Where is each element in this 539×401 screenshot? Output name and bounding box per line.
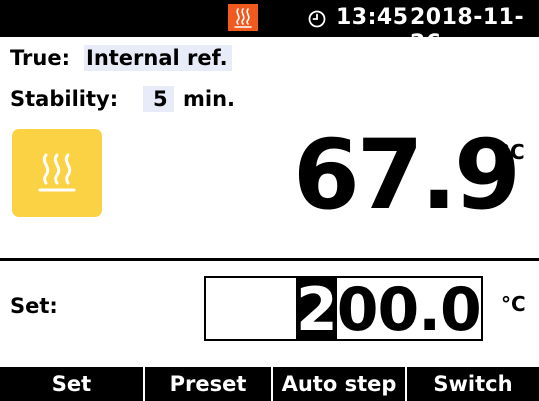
switch-softkey[interactable]: Switch <box>405 367 539 401</box>
setpoint-value[interactable]: 200.0 <box>296 276 481 341</box>
actual-temperature: 67.9 <box>293 119 521 231</box>
set-softkey[interactable]: Set <box>0 367 143 401</box>
stability-value[interactable]: 5 <box>143 86 174 112</box>
setpoint-input[interactable]: 200.0 <box>204 276 483 341</box>
heating-status-indicator <box>228 4 258 31</box>
clock-icon <box>308 10 326 28</box>
temperature-unit: °C <box>500 140 525 164</box>
heat-waves-icon <box>234 7 252 28</box>
stability-label: Stability: <box>10 87 119 111</box>
status-bar: 13:45 2018-11-26 <box>0 0 539 56</box>
true-label: True: <box>10 46 70 70</box>
date: 2018-11-26 <box>410 5 525 56</box>
softkey-bar: Set Preset Auto step Switch <box>0 367 539 401</box>
heat-waves-icon <box>38 153 76 192</box>
setpoint-remaining-digits: 00.0 <box>336 276 481 341</box>
auto-step-softkey[interactable]: Auto step <box>271 367 405 401</box>
clock-time: 13:45 <box>336 5 409 30</box>
stability-unit: min. <box>183 87 236 111</box>
true-reference-value[interactable]: Internal ref. <box>84 45 232 71</box>
setpoint-cursor-digit[interactable]: 2 <box>296 278 338 339</box>
preset-softkey[interactable]: Preset <box>143 367 271 401</box>
divider <box>0 258 539 261</box>
setpoint-label: Set: <box>10 294 58 318</box>
setpoint-unit: °C <box>501 292 526 316</box>
heater-status-tile <box>12 129 102 217</box>
